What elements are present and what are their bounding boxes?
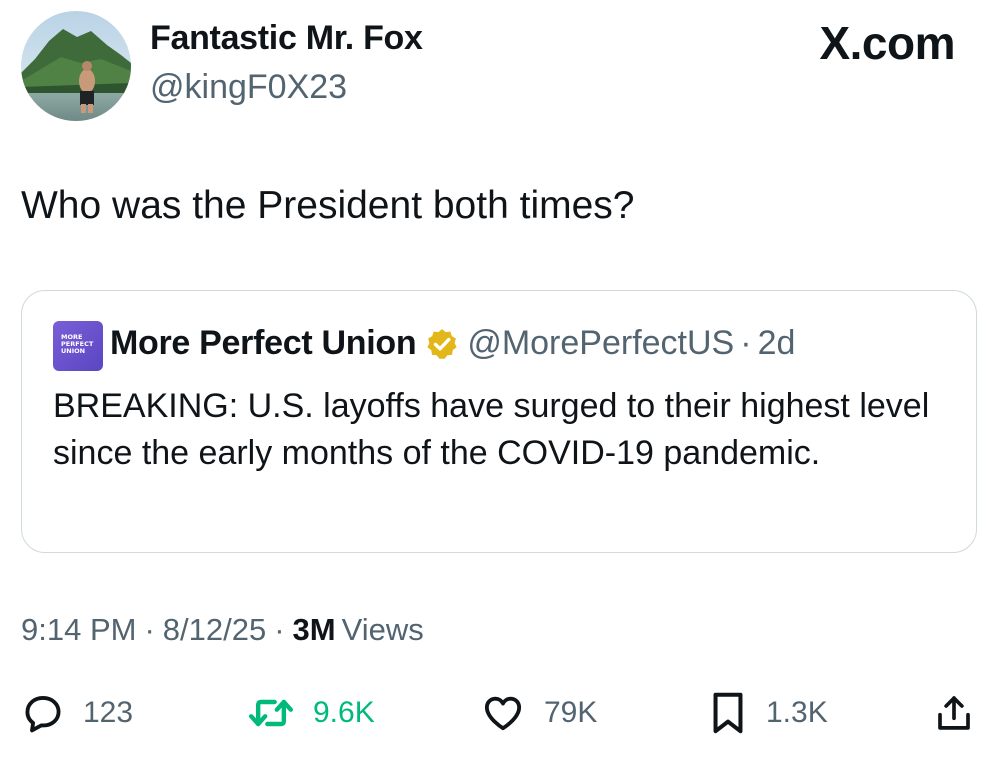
dot-separator: · xyxy=(740,324,752,362)
heart-icon xyxy=(484,696,522,731)
tweet-date[interactable]: 8/12/25 xyxy=(163,612,266,647)
reply-button[interactable]: 123 xyxy=(21,690,133,736)
logo-line: UNION xyxy=(61,347,86,355)
bookmark-icon xyxy=(713,692,743,734)
dot-separator: · xyxy=(274,612,285,647)
author-display-name[interactable]: Fantastic Mr. Fox xyxy=(150,19,423,58)
reply-count: 123 xyxy=(83,696,134,729)
author-handle[interactable]: @kingF0X23 xyxy=(150,68,347,107)
quoted-tweet-text: BREAKING: U.S. layoffs have surged to th… xyxy=(53,387,930,472)
bookmark-button[interactable]: 1.3K xyxy=(708,690,828,736)
author-avatar[interactable] xyxy=(21,11,131,121)
views-count[interactable]: 3M xyxy=(293,612,336,647)
like-button[interactable]: 79K xyxy=(480,690,597,736)
quoted-tweet-time[interactable]: 2d xyxy=(758,324,796,363)
share-button[interactable] xyxy=(933,690,975,736)
share-icon xyxy=(938,696,970,730)
retweet-icon xyxy=(249,699,293,727)
quoted-tweet-card[interactable]: MORE PERFECT UNION More Perfect Union @M… xyxy=(21,290,977,553)
quoted-tweet-header: More Perfect Union @MorePerfectUS · 2d xyxy=(110,324,795,363)
more-perfect-union-logo[interactable]: MORE PERFECT UNION xyxy=(53,321,103,371)
quoted-author-handle[interactable]: @MorePerfectUS xyxy=(467,324,734,363)
bookmark-count: 1.3K xyxy=(766,696,828,729)
tweet-time[interactable]: 9:14 PM xyxy=(21,612,136,647)
retweet-count: 9.6K xyxy=(313,696,375,729)
tweet-text: Who was the President both times? xyxy=(21,184,635,227)
quoted-author-name[interactable]: More Perfect Union xyxy=(110,324,417,363)
tweet-meta: 9:14 PM · 8/12/25 · 3M Views xyxy=(21,612,424,648)
views-label[interactable]: Views xyxy=(342,612,424,647)
site-watermark: X.com xyxy=(819,17,955,69)
dot-separator: · xyxy=(144,612,155,647)
reply-icon xyxy=(25,696,61,733)
retweet-button[interactable]: 9.6K xyxy=(247,690,375,736)
like-count: 79K xyxy=(544,696,598,729)
profile-photo xyxy=(21,11,131,121)
gold-verified-badge-icon[interactable] xyxy=(425,327,459,361)
